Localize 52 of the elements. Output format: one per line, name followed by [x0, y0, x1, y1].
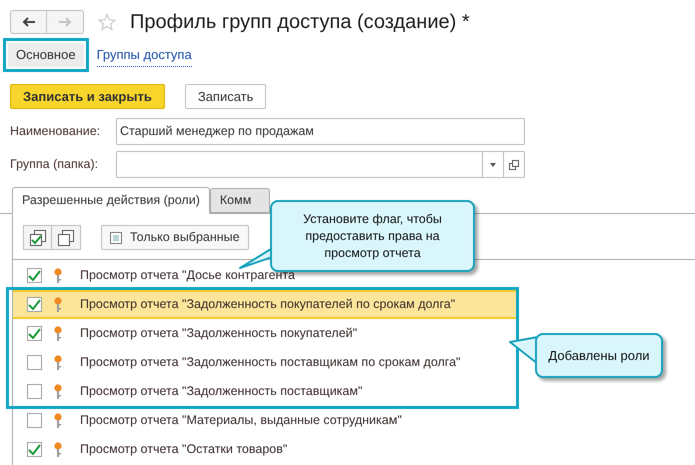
check-icon	[28, 444, 41, 456]
key-icon	[54, 296, 62, 313]
key-icon	[54, 354, 62, 371]
key-icon	[54, 326, 62, 342]
input-field[interactable]: Старший менеджер по продажам	[116, 118, 525, 146]
checkbox[interactable]	[27, 413, 42, 428]
key-icon	[54, 268, 62, 284]
check-all-button[interactable]	[23, 225, 52, 250]
list-icon	[110, 232, 122, 244]
section-tab[interactable]: Группы доступа	[96, 43, 192, 68]
role-row[interactable]: Просмотр отчета "Остатки товаров"	[13, 435, 695, 464]
check-all-icon	[30, 230, 46, 246]
field-label: Наименование:	[10, 123, 102, 140]
uncheck-all-button[interactable]	[52, 225, 81, 250]
checkbox[interactable]	[27, 442, 42, 458]
checkbox[interactable]	[27, 268, 42, 284]
open-icon	[509, 160, 519, 170]
checkbox[interactable]	[27, 326, 42, 342]
checkbox[interactable]	[27, 297, 42, 312]
check-icon	[28, 328, 41, 340]
role-row[interactable]: Просмотр отчета "Материалы, выданные сотрудникам"	[13, 406, 695, 436]
check-icon	[28, 299, 41, 310]
role-row[interactable]: Просмотр отчета "Задолженность покупателей по срокам долга"	[13, 290, 516, 320]
caret-icon	[490, 162, 496, 167]
role-label: Просмотр отчета "Задолженность покупателей по срокам долга"	[80, 296, 456, 314]
star-icon[interactable]	[98, 13, 116, 31]
role-label: Просмотр отчета "Задолженность покупателей"	[80, 325, 358, 342]
save-close-button[interactable]: Записать и закрыть	[10, 84, 165, 110]
input-field[interactable]	[116, 151, 483, 178]
role-label: Просмотр отчета "Материалы, выданные сотрудникам"	[80, 412, 402, 430]
role-row[interactable]: Просмотр отчета "Задолженность поставщикам по срокам долга"	[13, 348, 516, 378]
role-label: Просмотр отчета "Задолженность поставщикам"	[80, 383, 362, 400]
key-icon	[54, 412, 62, 429]
field-label: Группа (папка):	[10, 156, 100, 174]
open-button[interactable]	[504, 151, 525, 178]
uncheck-all-icon	[58, 230, 74, 246]
save-button[interactable]: Записать	[184, 84, 266, 110]
tab[interactable]: Разрешенные действия (роли)	[12, 187, 210, 214]
key-icon	[54, 384, 62, 400]
hint-tooltip: Установите флаг, чтобы предоставить права на просмотр отчета	[270, 200, 475, 272]
checkbox[interactable]	[27, 355, 42, 370]
section-tab[interactable]: Основное	[8, 43, 84, 67]
role-row[interactable]: Просмотр отчета "Задолженность покупателей"	[13, 319, 516, 348]
role-label: Просмотр отчета "Задолженность поставщикам по срокам долга"	[80, 354, 460, 372]
role-row[interactable]: Просмотр отчета "Задолженность поставщикам"	[13, 377, 516, 406]
only-selected-button[interactable]: Только выбранные	[101, 225, 249, 250]
role-label: Просмотр отчета "Остатки товаров"	[80, 441, 288, 458]
check-icon	[28, 270, 41, 282]
tab[interactable]: Комм	[210, 188, 270, 214]
key-icon	[54, 442, 62, 458]
checkbox[interactable]	[27, 384, 42, 400]
window-title: Профиль групп доступа (создание) *	[130, 10, 470, 35]
